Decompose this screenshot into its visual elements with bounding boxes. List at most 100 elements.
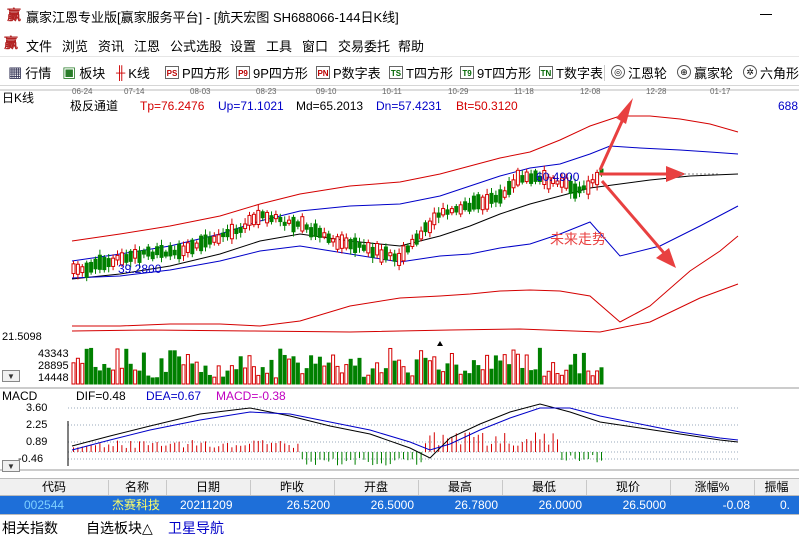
chart-area[interactable]: 06-24 07-14 08-03 08-23 09-10 10-11 10-2… xyxy=(0,86,799,478)
volume-bar xyxy=(115,348,120,385)
macd-panel-toggle-button[interactable]: ▼ xyxy=(2,460,20,472)
volume-bar xyxy=(207,374,212,385)
menu-file[interactable]: 文件 xyxy=(26,36,52,55)
volume-bar xyxy=(564,369,569,385)
candle xyxy=(75,263,80,275)
candle xyxy=(111,257,116,267)
volume-bar xyxy=(300,373,305,385)
date-tick: 01-17 xyxy=(710,87,731,96)
menu-settings[interactable]: 设置 xyxy=(230,36,256,55)
volume-tick: 43343 xyxy=(38,348,69,360)
quote-table-header: 代码 名称 日期 昨收 开盘 最高 最低 现价 涨幅% 振幅 xyxy=(0,478,799,496)
minimize-icon[interactable] xyxy=(760,14,772,15)
toolbar-t-number-button[interactable]: TN T数字表 xyxy=(539,63,603,81)
volume-bar xyxy=(441,371,446,385)
menu-info[interactable]: 资讯 xyxy=(98,36,124,55)
candle xyxy=(278,217,283,223)
volume-bar xyxy=(128,363,133,385)
t-number-icon: TN xyxy=(539,65,553,79)
volume-bar xyxy=(568,364,573,385)
volume-bar xyxy=(287,358,292,385)
toolbar-winner-wheel-button[interactable]: ⊕ 赢家轮 xyxy=(677,63,733,81)
arrowhead-up-icon xyxy=(616,98,633,124)
candle xyxy=(251,213,256,226)
kline-chart-svg[interactable]: 06-24 07-14 08-03 08-23 09-10 10-11 10-2… xyxy=(0,86,799,478)
menu-trade[interactable]: 交易委托 xyxy=(338,36,390,55)
tab-related-index[interactable]: 相关指数 xyxy=(2,518,58,538)
toolbar-p-number-button[interactable]: PN P数字表 xyxy=(316,63,381,81)
candle xyxy=(102,257,107,271)
candle xyxy=(326,233,331,243)
col-header-high[interactable]: 最高 xyxy=(418,480,503,495)
tab-satellite-nav[interactable]: 卫星导航 xyxy=(168,518,224,538)
candle xyxy=(344,237,349,249)
candle xyxy=(577,186,582,194)
winner-wheel-icon: ⊕ xyxy=(677,65,691,79)
col-header-change-pct[interactable]: 涨幅% xyxy=(670,480,755,495)
candle xyxy=(476,194,481,210)
volume-bar xyxy=(181,364,186,385)
candle xyxy=(370,246,375,258)
table-row[interactable]: 002544 杰赛科技 20211209 26.5200 26.5000 26.… xyxy=(0,496,799,514)
candle xyxy=(309,227,314,238)
date-tick: 08-23 xyxy=(256,87,277,96)
volume-bar xyxy=(150,377,155,385)
volume-bar xyxy=(251,366,256,385)
toolbar-t-square-button[interactable]: TS T四方形 xyxy=(389,63,453,81)
volume-panel-toggle-button[interactable]: ▼ xyxy=(2,370,20,382)
cell-low: 26.0000 xyxy=(538,498,582,512)
toolbar-9t-square-button[interactable]: T9 9T四方形 xyxy=(460,63,531,81)
candle xyxy=(401,245,406,262)
volume-tick: 28895 xyxy=(38,360,69,372)
volume-bar xyxy=(97,370,102,385)
volume-bar xyxy=(146,375,151,385)
toolbar-label: 板块 xyxy=(79,65,106,81)
candle xyxy=(287,219,292,224)
col-header-low[interactable]: 最低 xyxy=(502,480,587,495)
col-header-code[interactable]: 代码 xyxy=(0,480,109,495)
macd-panel-label: MACD xyxy=(2,389,38,403)
candle xyxy=(150,251,155,260)
candle xyxy=(410,238,415,247)
title-bar: 赢 赢家江恩专业版[赢家服务平台] - [航天宏图 SH688066-144日K… xyxy=(0,0,799,30)
candle xyxy=(128,250,133,262)
col-header-open[interactable]: 开盘 xyxy=(334,480,419,495)
bottom-band-tail xyxy=(71,283,739,333)
col-header-date[interactable]: 日期 xyxy=(166,480,251,495)
toolbar-hexagon-button[interactable]: ✲ 六角形 xyxy=(743,63,799,81)
menu-window[interactable]: 窗口 xyxy=(302,36,328,55)
toolbar-quotes-button[interactable]: ▦ 行情 xyxy=(8,63,51,81)
indicator-bt: Bt=50.3120 xyxy=(456,99,518,113)
macd-dea: DEA=0.67 xyxy=(146,389,201,403)
p-number-icon: PN xyxy=(316,65,330,79)
toolbar-blocks-button[interactable]: ▣ 板块 xyxy=(62,63,105,81)
menu-tools[interactable]: 工具 xyxy=(266,36,292,55)
menu-formula[interactable]: 公式选股 xyxy=(170,36,222,55)
volume-bar xyxy=(577,373,582,385)
menu-gann[interactable]: 江恩 xyxy=(134,36,160,55)
tab-watchlist[interactable]: 自选板块△ xyxy=(86,518,153,538)
date-tick: 10-11 xyxy=(382,87,402,96)
menu-bar: 赢 文件 浏览 资讯 江恩 公式选股 设置 工具 窗口 交易委托 帮助 xyxy=(0,30,799,56)
col-header-price[interactable]: 现价 xyxy=(586,480,671,495)
menu-browse[interactable]: 浏览 xyxy=(62,36,88,55)
candle xyxy=(273,214,278,220)
col-header-prev-close[interactable]: 昨收 xyxy=(250,480,335,495)
volume-bar xyxy=(419,350,424,385)
menu-logo-icon[interactable]: 赢 xyxy=(4,35,18,51)
volume-bar xyxy=(199,371,204,385)
toolbar-kline-button[interactable]: ╫ K线 xyxy=(116,63,150,81)
toolbar-9p-square-button[interactable]: P9 9P四方形 xyxy=(236,63,308,81)
candle xyxy=(520,175,525,183)
toolbar-gann-wheel-button[interactable]: ◎ 江恩轮 xyxy=(611,63,667,81)
price-low-mark: 39.2800 xyxy=(118,262,162,276)
forecast-down-arrow xyxy=(600,180,672,261)
volume-bar xyxy=(529,370,534,385)
col-header-amplitude[interactable]: 振幅 xyxy=(754,480,799,495)
menu-help[interactable]: 帮助 xyxy=(398,36,424,55)
candle xyxy=(388,252,393,257)
toolbar-p-square-button[interactable]: PS P四方形 xyxy=(165,63,230,81)
col-header-name[interactable]: 名称 xyxy=(108,480,167,495)
candle xyxy=(419,230,424,240)
volume-bar xyxy=(353,365,358,385)
